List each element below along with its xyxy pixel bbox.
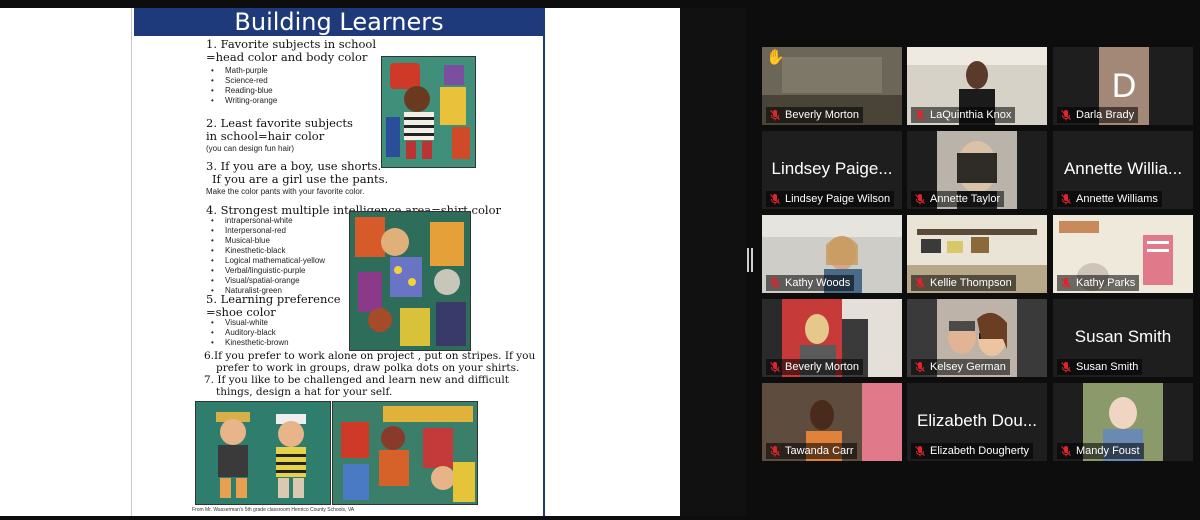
participant-name: Beverly Morton bbox=[785, 361, 859, 373]
participant-name: Tawanda Carr bbox=[785, 445, 854, 457]
participant-tile[interactable]: Lindsey Paige... Lindsey Paige Wilson bbox=[762, 131, 902, 209]
mic-muted-icon bbox=[1060, 361, 1072, 373]
name-plate: Beverly Morton bbox=[766, 359, 863, 375]
list-item: Visual-white bbox=[211, 318, 268, 328]
participant-display-name: Lindsey Paige... bbox=[771, 159, 893, 178]
name-plate: Annette Williams bbox=[1057, 191, 1162, 207]
mic-muted-icon bbox=[769, 445, 781, 457]
participant-name: Annette Taylor bbox=[930, 193, 1001, 205]
name-plate: Lindsey Paige Wilson bbox=[766, 191, 895, 207]
participant-name: Lindsey Paige Wilson bbox=[785, 193, 891, 205]
name-plate: LaQuinthia Knox bbox=[911, 107, 1016, 123]
participant-tile[interactable]: Kathy Woods bbox=[762, 215, 902, 293]
name-plate: Kellie Thompson bbox=[911, 275, 1016, 291]
participant-display-name: Annette Willia... bbox=[1063, 159, 1183, 178]
participant-name: Susan Smith bbox=[1076, 361, 1139, 373]
name-plate: Annette Taylor bbox=[911, 191, 1005, 207]
mic-muted-icon bbox=[769, 277, 781, 289]
participant-tile[interactable]: Susan Smith Susan Smith bbox=[1053, 299, 1193, 377]
name-plate: Mandy Foust bbox=[1057, 443, 1144, 459]
name-plate: Kathy Woods bbox=[766, 275, 855, 291]
participant-name: Kelsey German bbox=[930, 361, 1006, 373]
item3-note: Make the color pants with your favorite … bbox=[206, 187, 365, 196]
name-plate: Darla Brady bbox=[1057, 107, 1139, 123]
list-item: Interpersonal-red bbox=[211, 226, 286, 236]
item7-line2: things, design a hat for your self. bbox=[216, 386, 393, 398]
name-plate: Susan Smith bbox=[1057, 359, 1143, 375]
mic-muted-icon bbox=[914, 445, 926, 457]
list-item: intrapersonal-white bbox=[211, 216, 293, 226]
name-plate: Beverly Morton bbox=[766, 107, 863, 123]
shared-document: Building Learners 1. Favorite subjects i… bbox=[131, 8, 545, 516]
list-item: Auditory-black bbox=[211, 328, 276, 338]
participant-tile[interactable]: LaQuinthia Knox bbox=[907, 47, 1047, 125]
mic-muted-icon bbox=[769, 193, 781, 205]
name-plate: Tawanda Carr bbox=[766, 443, 858, 459]
list-item: Logical mathematical-yellow bbox=[211, 256, 325, 266]
name-plate: Kelsey German bbox=[911, 359, 1010, 375]
item2-note: (you can design fun hair) bbox=[206, 144, 295, 153]
participant-name: Mandy Foust bbox=[1076, 445, 1140, 457]
student-art-photo-2 bbox=[349, 211, 471, 351]
mic-muted-icon bbox=[914, 193, 926, 205]
participant-tile[interactable]: Kathy Parks bbox=[1053, 215, 1193, 293]
raised-hand-icon: ✋ bbox=[766, 49, 785, 66]
participant-tile[interactable]: Annette Taylor bbox=[907, 131, 1047, 209]
list-item: Reading-blue bbox=[211, 86, 272, 96]
mic-muted-icon bbox=[914, 109, 926, 121]
participant-tile[interactable]: Mandy Foust bbox=[1053, 383, 1193, 461]
participant-tile[interactable]: Beverly Morton bbox=[762, 299, 902, 377]
participant-tile[interactable]: ✋ Beverly Morton bbox=[762, 47, 902, 125]
participant-display-name: Elizabeth Dou... bbox=[916, 411, 1037, 430]
participant-display-name: Susan Smith bbox=[1074, 327, 1172, 346]
list-item: Kinesthetic-black bbox=[211, 246, 286, 256]
list-item: Kinesthetic-brown bbox=[211, 338, 289, 348]
mic-muted-icon bbox=[914, 277, 926, 289]
student-art-photo-1 bbox=[381, 56, 476, 168]
split-view-divider[interactable] bbox=[747, 248, 753, 272]
participant-name: LaQuinthia Knox bbox=[930, 109, 1012, 121]
mic-muted-icon bbox=[769, 361, 781, 373]
mic-muted-icon bbox=[914, 361, 926, 373]
item2-line2: in school=hair color bbox=[206, 129, 325, 143]
list-item: Visual/spatial-orange bbox=[211, 276, 299, 286]
item1-line2: =head color and body color bbox=[206, 50, 368, 64]
mic-muted-icon bbox=[1060, 445, 1072, 457]
student-art-photo-3 bbox=[195, 401, 331, 505]
list-item: Verbal/linguistic-purple bbox=[211, 266, 305, 276]
participant-name: Elizabeth Dougherty bbox=[930, 445, 1030, 457]
participant-tile[interactable]: Kelsey German bbox=[907, 299, 1047, 377]
participant-tile[interactable]: Kellie Thompson bbox=[907, 215, 1047, 293]
item3-line2: If you are a girl use the pants. bbox=[212, 172, 389, 186]
participant-name: Kathy Woods bbox=[785, 277, 851, 289]
list-item: Science-red bbox=[211, 76, 268, 86]
document-footnote: From Mr. Wasserman's 5th grade classroom… bbox=[192, 507, 355, 513]
participant-tile[interactable]: D Darla Brady bbox=[1053, 47, 1193, 125]
participant-name: Kellie Thompson bbox=[930, 277, 1012, 289]
mic-muted-icon bbox=[769, 109, 781, 121]
list-item: Writing-orange bbox=[211, 96, 277, 106]
participant-tile[interactable]: Tawanda Carr bbox=[762, 383, 902, 461]
document-title: Building Learners bbox=[134, 8, 544, 36]
mic-muted-icon bbox=[1060, 109, 1072, 121]
participant-name: Annette Williams bbox=[1076, 193, 1158, 205]
participant-tile[interactable]: Annette Willia... Annette Williams bbox=[1053, 131, 1193, 209]
name-plate: Kathy Parks bbox=[1057, 275, 1140, 291]
shared-screen: Building Learners 1. Favorite subjects i… bbox=[0, 8, 746, 516]
share-letterbox bbox=[680, 8, 746, 516]
list-item: Math-purple bbox=[211, 66, 268, 76]
participant-name: Darla Brady bbox=[1076, 109, 1135, 121]
mic-muted-icon bbox=[1060, 193, 1072, 205]
name-plate: Elizabeth Dougherty bbox=[911, 443, 1034, 459]
list-item: Musical-blue bbox=[211, 236, 270, 246]
participant-name: Kathy Parks bbox=[1076, 277, 1136, 289]
student-art-photo-4 bbox=[332, 401, 478, 505]
participant-name: Beverly Morton bbox=[785, 109, 859, 121]
mic-muted-icon bbox=[1060, 277, 1072, 289]
participant-tile[interactable]: Elizabeth Dou... Elizabeth Dougherty bbox=[907, 383, 1047, 461]
